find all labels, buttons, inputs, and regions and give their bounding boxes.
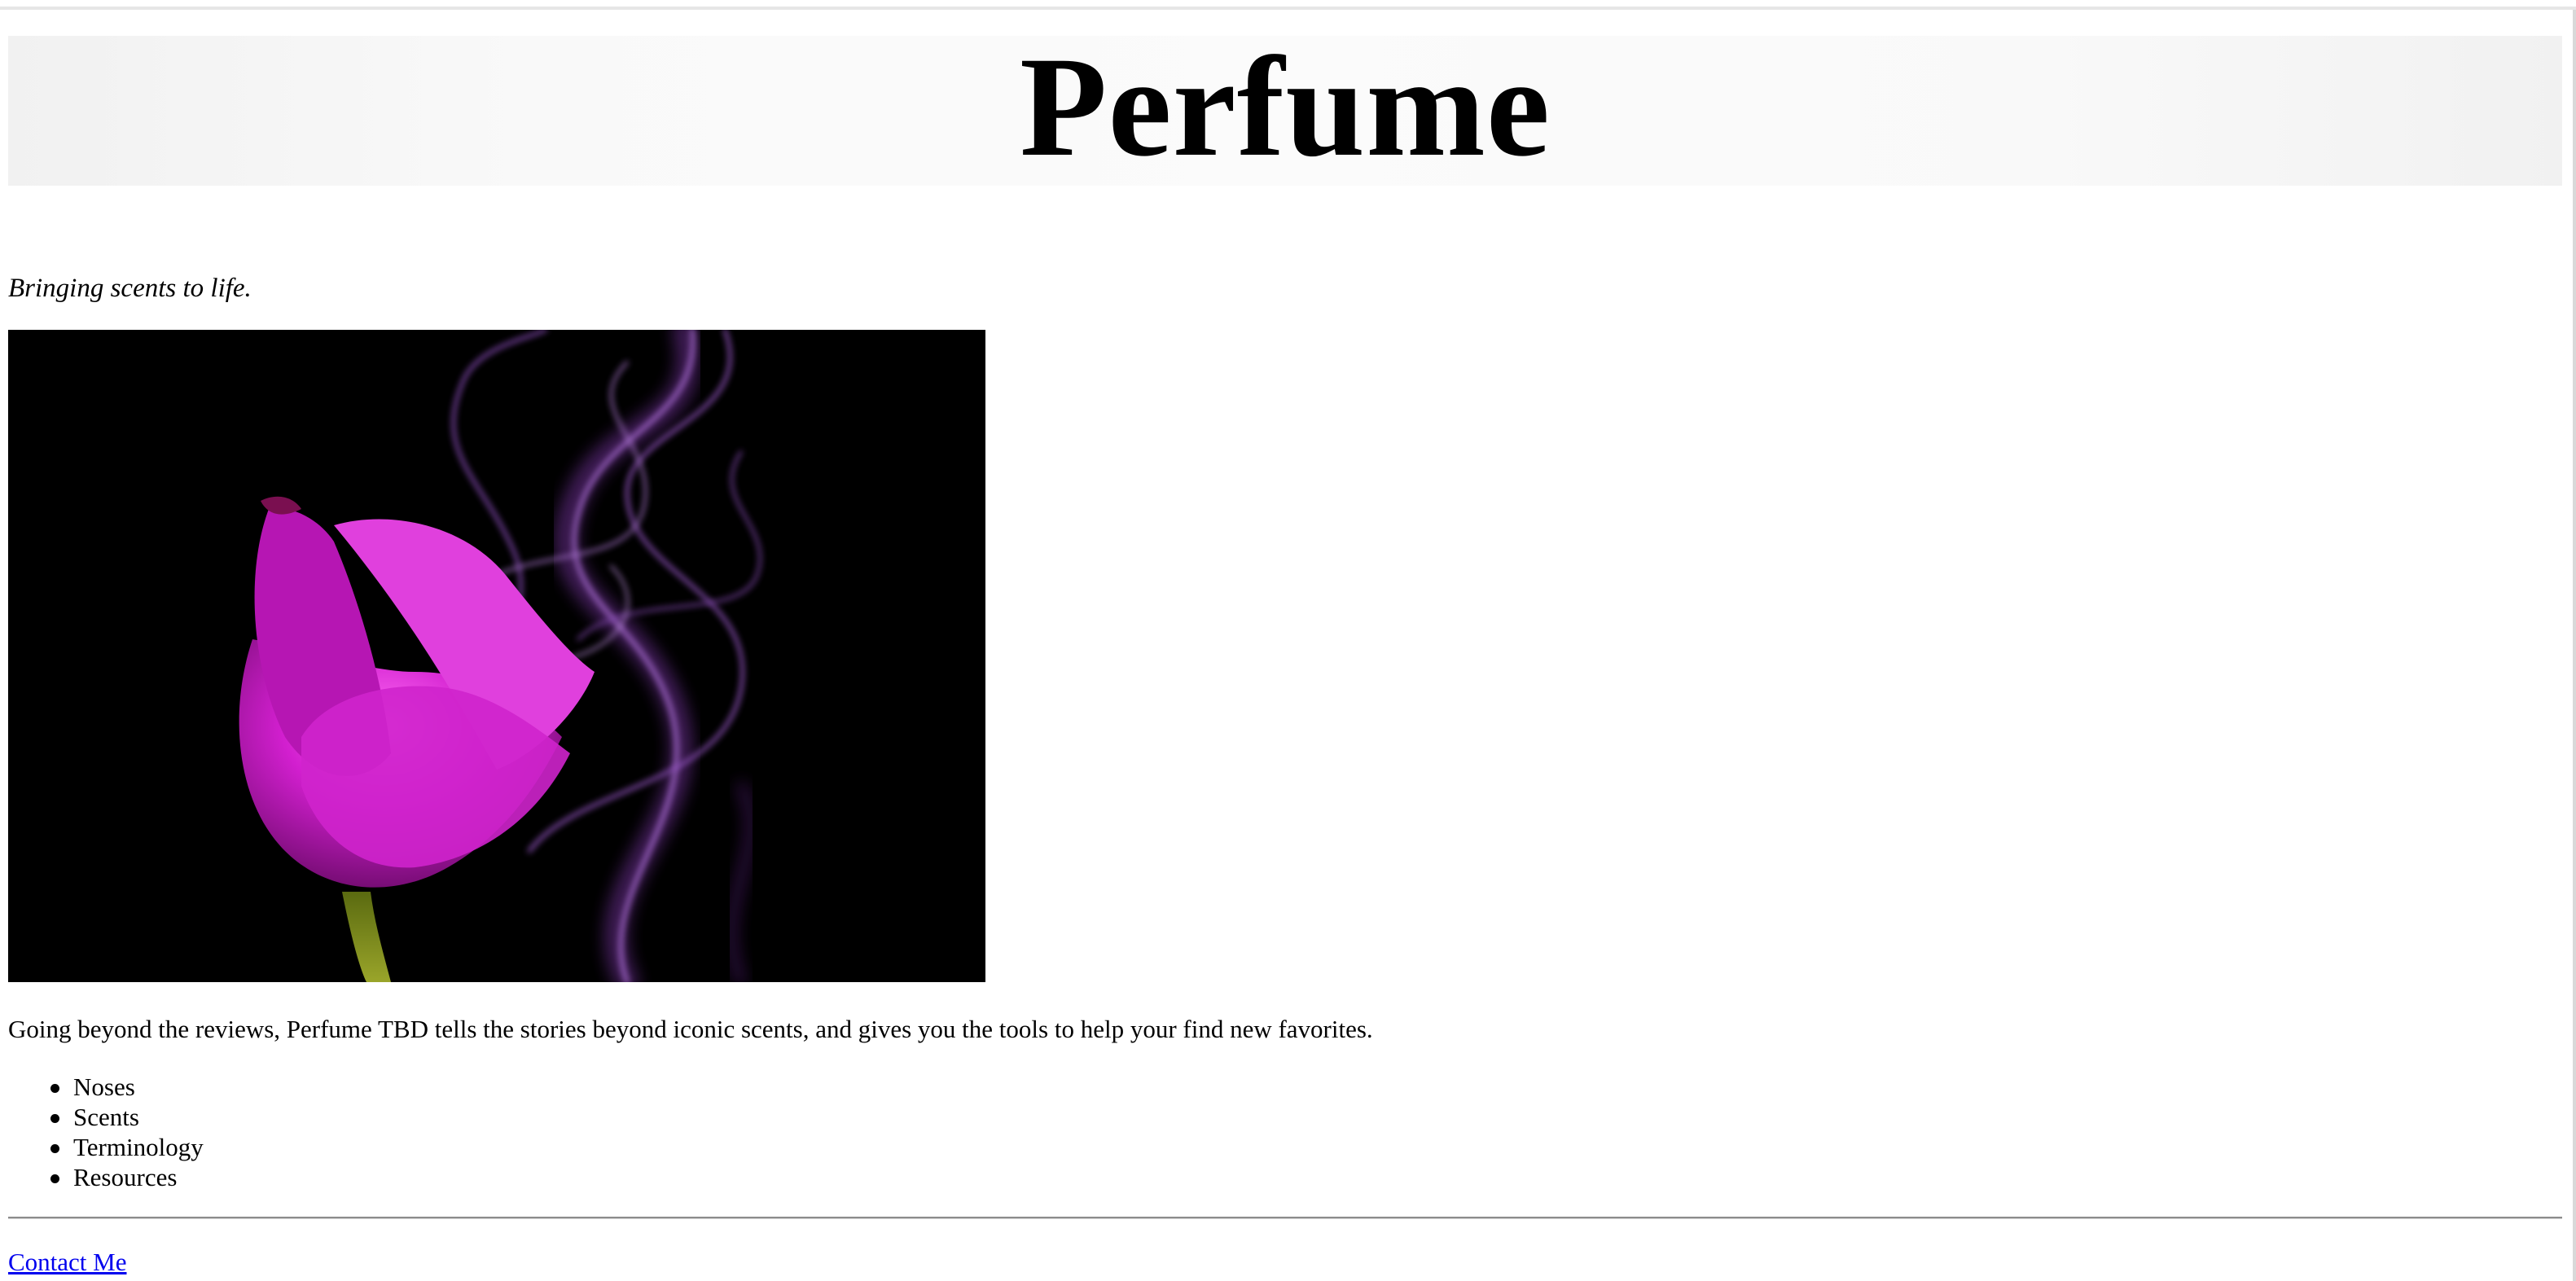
tulip-smoke-photo: [8, 330, 985, 982]
description: Going beyond the reviews, Perfume TBD te…: [8, 1015, 1373, 1043]
list-item-label: Scents: [73, 1103, 139, 1131]
list-item-label: Terminology: [73, 1133, 204, 1161]
bullet-icon: [50, 1084, 59, 1093]
top-border: [0, 7, 2576, 10]
list-item-terminology: Terminology: [8, 1132, 204, 1162]
bullet-icon: [50, 1144, 59, 1153]
bullet-icon: [50, 1114, 59, 1123]
header-banner: Perfume: [8, 36, 2562, 186]
page-title: Perfume: [1020, 28, 1551, 186]
list-item-noses: Noses: [8, 1072, 204, 1102]
bullet-icon: [50, 1174, 59, 1183]
hero-image: [8, 330, 985, 982]
list-item-label: Resources: [73, 1163, 178, 1191]
list-item-scents: Scents: [8, 1102, 204, 1132]
nav-list: Noses Scents Terminology Resources: [8, 1072, 204, 1192]
window-edge: [2573, 10, 2576, 1281]
horizontal-divider: [8, 1217, 2562, 1219]
list-item-label: Noses: [73, 1073, 135, 1101]
contact-me-link[interactable]: Contact Me: [8, 1246, 127, 1279]
list-item-resources: Resources: [8, 1162, 204, 1192]
tagline: Bringing scents to life.: [8, 274, 252, 303]
